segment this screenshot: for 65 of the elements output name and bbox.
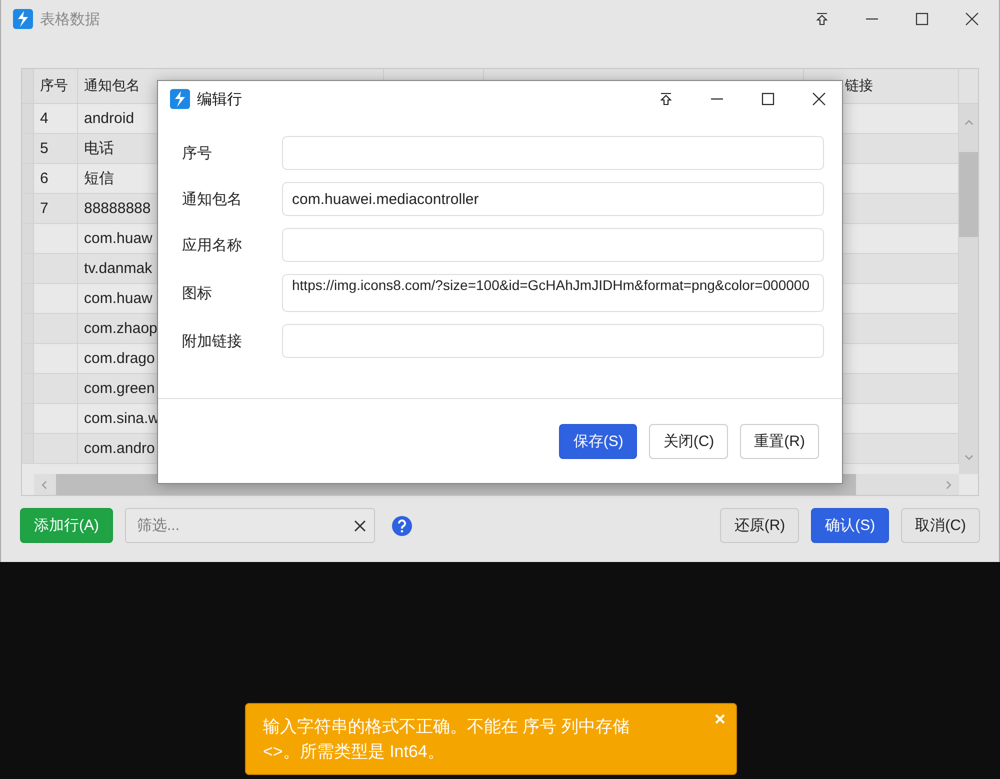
toolbar-button[interactable]: 取消(C) — [901, 508, 980, 543]
text-field[interactable] — [282, 136, 824, 170]
table-cell: com.huaw — [84, 290, 152, 307]
app-logo-icon — [170, 89, 190, 109]
table-cell: tv.danmak — [84, 260, 152, 277]
row-header[interactable] — [22, 374, 34, 403]
toast-message: 输入字符串的格式不正确。不能在 序号 列中存储 <>。所需类型是 Int64。 — [263, 716, 630, 763]
dialog-button[interactable]: 保存(S) — [559, 424, 638, 458]
table-cell: com.sina.w — [84, 410, 160, 427]
row-header[interactable] — [22, 104, 34, 133]
row-header[interactable] — [22, 434, 34, 463]
field-label: 通知包名 — [182, 190, 243, 208]
dialog-button[interactable]: 重置(R) — [740, 424, 819, 458]
table-cell: 88888888 — [84, 200, 151, 217]
row-header[interactable] — [22, 284, 34, 313]
text-field[interactable] — [282, 228, 824, 262]
table-cell: 5 — [40, 140, 48, 157]
table-cell: 7 — [40, 200, 48, 217]
table-cell: com.andro — [84, 440, 155, 457]
app-logo-icon — [13, 9, 33, 29]
table-cell: com.green — [84, 380, 155, 397]
text-field[interactable]: com.huawei.mediacontroller — [282, 182, 824, 216]
filter-input[interactable]: 筛选... — [126, 516, 354, 535]
column-header[interactable]: 链接 — [845, 77, 873, 95]
row-header[interactable] — [22, 194, 34, 223]
dialog-button[interactable]: 关闭(C) — [649, 424, 728, 458]
window-title: 表格数据 — [40, 10, 100, 28]
table-cell: android — [84, 110, 134, 127]
pin-icon[interactable] — [659, 92, 673, 106]
table-cell: com.zhaop — [84, 320, 158, 337]
help-icon[interactable] — [392, 516, 412, 536]
filter-field[interactable]: 筛选... — [125, 508, 375, 543]
toolbar-button[interactable]: 确认(S) — [811, 508, 890, 543]
field-label: 图标 — [182, 284, 213, 302]
toolbar-button[interactable]: 还原(R) — [720, 508, 800, 543]
maximize-icon[interactable] — [915, 12, 929, 26]
row-header[interactable] — [22, 344, 34, 373]
field-label: 应用名称 — [182, 236, 243, 254]
text-field[interactable] — [282, 324, 824, 358]
row-header[interactable] — [22, 404, 34, 433]
field-label: 附加链接 — [182, 332, 243, 350]
row-header[interactable] — [22, 254, 34, 283]
table-cell: com.huaw — [84, 230, 152, 247]
vertical-scrollbar[interactable] — [959, 104, 978, 474]
maximize-icon[interactable] — [761, 92, 775, 106]
row-header[interactable] — [22, 224, 34, 253]
dialog-title: 编辑行 — [197, 90, 242, 108]
table-cell: 4 — [40, 110, 48, 127]
table-cell: 短信 — [84, 169, 114, 188]
close-icon[interactable] — [965, 12, 979, 26]
row-header[interactable] — [22, 69, 34, 103]
column-header[interactable]: 通知包名 — [84, 77, 140, 95]
row-header[interactable] — [22, 134, 34, 163]
text-field[interactable]: https://img.icons8.com/?size=100&id=GcHAhJmJIDHm&format=png&color=000000 — [282, 274, 824, 312]
column-header[interactable]: 序号 — [40, 77, 68, 95]
clear-icon[interactable] — [354, 520, 366, 532]
scroll-thumb[interactable] — [959, 152, 978, 237]
table-cell: com.drago — [84, 350, 155, 367]
field-label: 序号 — [182, 144, 213, 162]
table-cell: 电话 — [84, 139, 114, 158]
row-header[interactable] — [22, 164, 34, 193]
pin-icon[interactable] — [815, 12, 829, 26]
row-header[interactable] — [22, 314, 34, 343]
close-icon[interactable] — [812, 92, 826, 106]
table-cell: 6 — [40, 170, 48, 187]
